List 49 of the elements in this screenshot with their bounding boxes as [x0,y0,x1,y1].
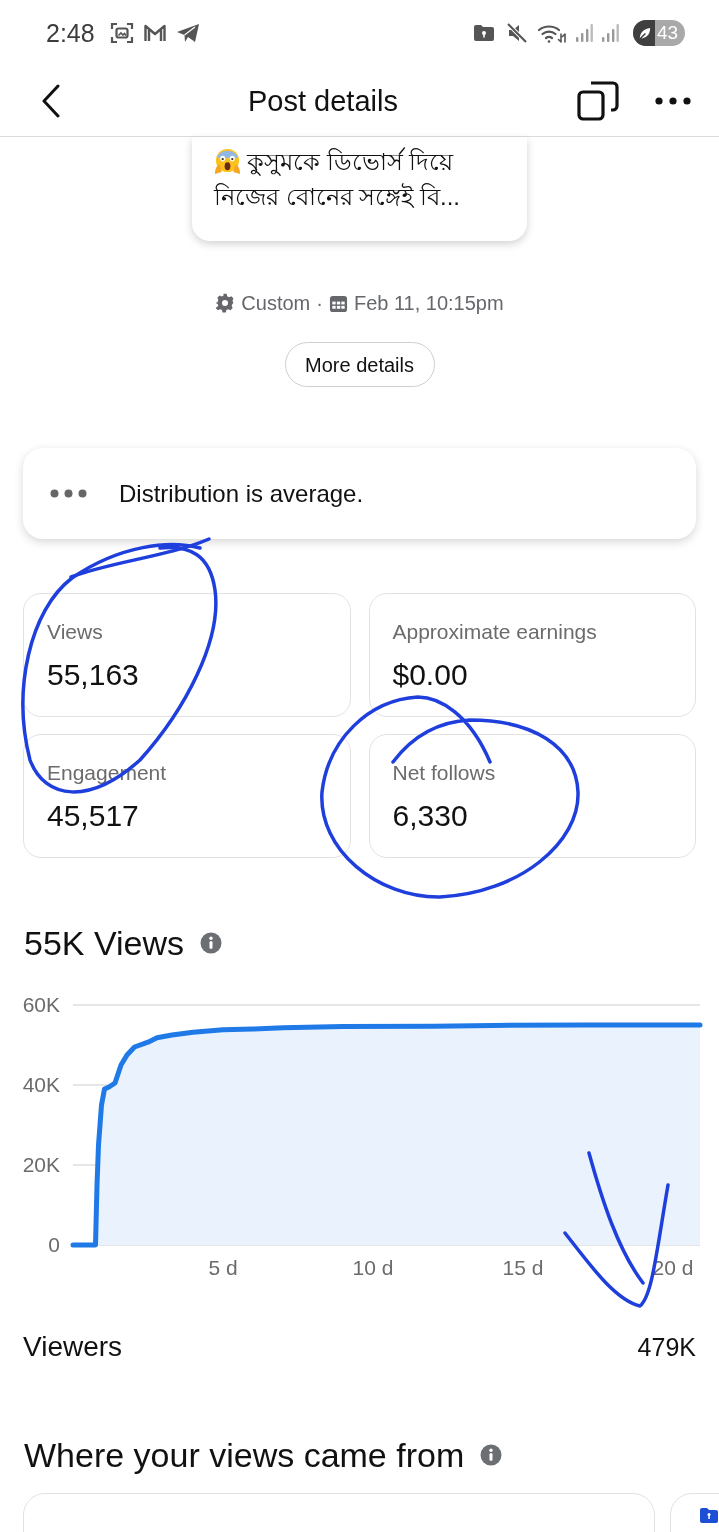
separator-dot: · [316,291,323,316]
screaming-face-emoji-icon [214,148,241,175]
paper-plane-icon [175,23,200,43]
post-preview-card[interactable]: কুসুমকে ডিভোর্স দিয়ে নিজের বোনের সঙ্গেই বি... [192,137,527,241]
stat-label: Views [47,619,103,645]
leaf-icon [636,25,652,41]
section-title: Where your views came from [24,1435,465,1476]
stat-card[interactable]: Approximate earnings $0.00 [368,593,696,717]
post-date: Feb 11, 10:15pm [353,291,504,316]
screenshot-icon [109,21,134,45]
x-axis-label: 15 d [502,1256,544,1279]
y-axis-label: 20K [22,1153,60,1176]
y-axis-label: 60K [22,993,60,1016]
folder-lock-icon [473,24,495,42]
audience-text: Custom [241,291,311,316]
stat-value: 45,517 [47,798,139,834]
distribution-text: Distribution is average. [119,478,364,509]
viewers-value: 479K [637,1332,696,1363]
gear-icon [215,293,236,313]
mail-icon [142,23,167,43]
more-dots-icon[interactable] [655,97,691,105]
mute-icon [505,21,529,45]
info-icon[interactable] [480,1444,503,1466]
signal-icon [601,23,619,43]
folder-icon [700,1508,718,1523]
stat-value: 6,330 [392,798,468,834]
post-preview-text: কুসুমকে ডিভোর্স দিয়ে [247,146,454,178]
x-axis-label: 5 d [208,1256,238,1279]
viewers-label: Viewers [23,1330,123,1364]
stat-value: $0.00 [392,657,468,693]
info-icon[interactable] [200,932,223,954]
status-time: 2:48 [46,18,95,48]
page-title: Post details [248,84,398,119]
y-axis-label: 0 [48,1233,60,1256]
back-chevron-icon[interactable] [41,84,61,118]
y-axis-label: 40K [22,1073,60,1096]
stat-label: Net follows [392,760,496,786]
dots-icon [50,489,87,498]
stat-card[interactable]: Net follows 6,330 [368,734,696,858]
battery-text: 43 [656,22,679,44]
section-title: 55K Views [24,923,185,964]
signal-icon [575,23,593,43]
stat-card[interactable]: Views 55,163 [23,593,351,717]
more-details-button[interactable]: More details [284,342,435,387]
stat-label: Approximate earnings [392,619,597,645]
stat-value: 55,163 [47,657,139,693]
post-preview-text: নিজের বোনের সঙ্গেই বি... [214,182,460,212]
calendar-icon [328,293,348,313]
x-axis-label: 10 d [352,1256,394,1279]
